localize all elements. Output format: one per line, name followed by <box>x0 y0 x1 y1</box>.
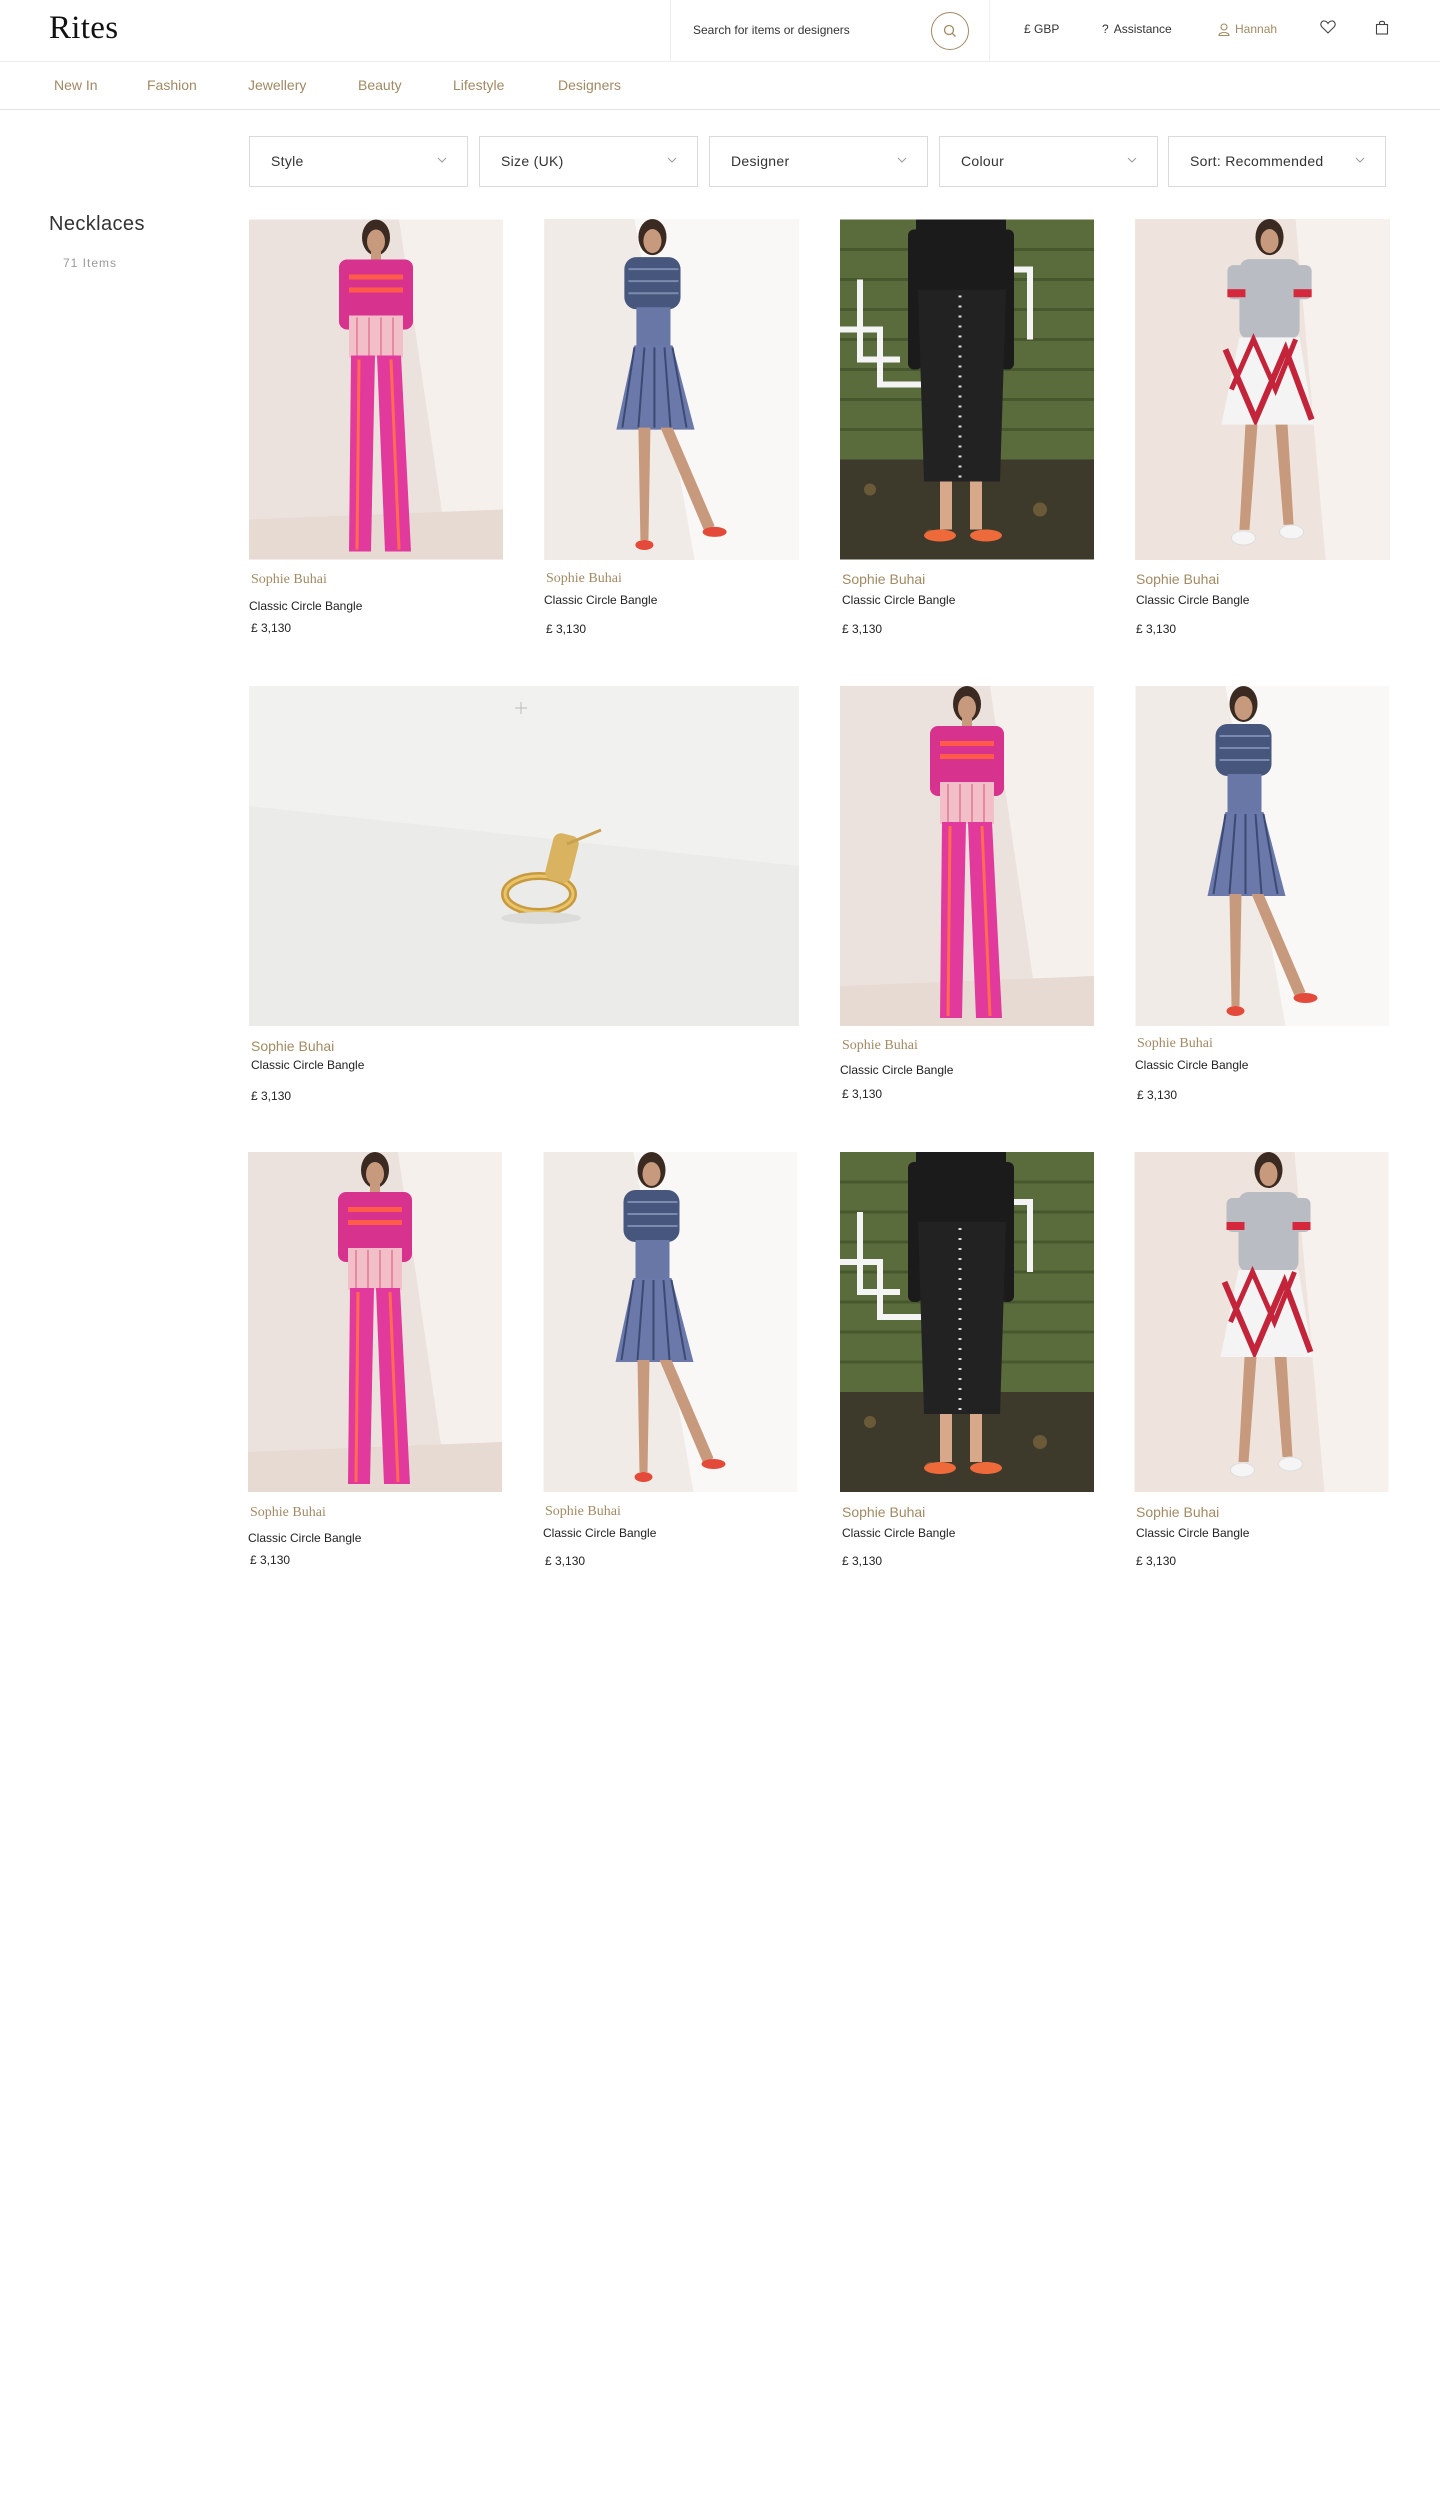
product-card[interactable]: Sophie Buhai Classic Circle Bangle £ 3,1… <box>840 686 1094 1106</box>
product-card[interactable]: Sophie Buhai Classic Circle Bangle £ 3,1… <box>544 219 799 639</box>
product-price: £ 3,130 <box>842 1554 883 1568</box>
search-icon <box>943 24 956 37</box>
main-navigation: New In Fashion Jewellery Beauty Lifestyl… <box>0 62 1440 110</box>
product-designer[interactable]: Sophie Buhai <box>842 571 925 587</box>
filter-size[interactable]: Size (UK) <box>479 136 698 187</box>
nav-fashion[interactable]: Fashion <box>147 77 197 93</box>
product-card[interactable]: Sophie Buhai Classic Circle Bangle £ 3,1… <box>1134 1152 1389 1572</box>
assistance-link[interactable]: ? Assistance <box>1102 22 1172 36</box>
heart-icon <box>1320 20 1336 34</box>
product-card[interactable]: Sophie Buhai Classic Circle Bangle £ 3,1… <box>543 1152 798 1572</box>
product-name[interactable]: Classic Circle Bangle <box>544 593 657 607</box>
product-card[interactable]: Sophie Buhai Classic Circle Bangle £ 3,1… <box>840 219 1094 639</box>
search-button[interactable] <box>931 12 969 50</box>
filter-designer[interactable]: Designer <box>709 136 928 187</box>
product-image[interactable] <box>249 686 799 1026</box>
product-designer[interactable]: Sophie Buhai <box>251 572 327 588</box>
product-price: £ 3,130 <box>545 1554 586 1568</box>
sort-label: Sort: Recommended <box>1190 153 1324 169</box>
account-link[interactable]: Hannah <box>1218 22 1277 36</box>
nav-new-in[interactable]: New In <box>54 77 98 93</box>
filter-label: Style <box>271 153 304 169</box>
product-image[interactable] <box>249 219 503 560</box>
question-icon: ? <box>1102 22 1109 36</box>
product-name[interactable]: Classic Circle Bangle <box>842 1526 955 1540</box>
product-name[interactable]: Classic Circle Bangle <box>543 1526 656 1540</box>
nav-beauty[interactable]: Beauty <box>358 77 402 93</box>
product-card[interactable]: Sophie Buhai Classic Circle Bangle £ 3,1… <box>248 1152 502 1572</box>
product-price: £ 3,130 <box>842 622 883 636</box>
product-image[interactable] <box>1135 219 1390 560</box>
product-name[interactable]: Classic Circle Bangle <box>248 1531 361 1545</box>
bag-button[interactable] <box>1375 20 1389 40</box>
product-card[interactable]: Sophie Buhai Classic Circle Bangle £ 3,1… <box>249 219 503 639</box>
sort-dropdown[interactable]: Sort: Recommended <box>1168 136 1386 187</box>
product-price: £ 3,130 <box>1136 622 1177 636</box>
account-name: Hannah <box>1235 22 1278 36</box>
brand-logo[interactable]: Rites <box>49 10 118 47</box>
product-card[interactable]: Sophie Buhai Classic Circle Bangle £ 3,1… <box>840 1152 1094 1572</box>
product-image[interactable] <box>543 1152 798 1492</box>
chevron-down-icon <box>897 157 907 163</box>
category-title: Necklaces <box>49 213 145 235</box>
product-card-featured[interactable]: Sophie Buhai Classic Circle Bangle £ 3,1… <box>249 686 799 1106</box>
chevron-down-icon <box>1355 157 1365 163</box>
product-name[interactable]: Classic Circle Bangle <box>842 593 955 607</box>
product-designer[interactable]: Sophie Buhai <box>251 1038 334 1054</box>
product-image[interactable] <box>544 219 799 560</box>
product-designer[interactable]: Sophie Buhai <box>842 1504 925 1520</box>
product-name[interactable]: Classic Circle Bangle <box>1136 1526 1249 1540</box>
product-image[interactable] <box>840 686 1094 1026</box>
product-designer[interactable]: Sophie Buhai <box>1136 1504 1219 1520</box>
chevron-down-icon <box>1127 157 1137 163</box>
product-name[interactable]: Classic Circle Bangle <box>1136 593 1249 607</box>
wishlist-button[interactable] <box>1320 20 1336 39</box>
product-designer[interactable]: Sophie Buhai <box>546 571 622 587</box>
product-name[interactable]: Classic Circle Bangle <box>1135 1058 1248 1072</box>
product-image[interactable] <box>840 1152 1094 1492</box>
filter-label: Colour <box>961 153 1005 169</box>
product-price: £ 3,130 <box>250 1553 291 1567</box>
product-price: £ 3,130 <box>1136 1554 1177 1568</box>
product-designer[interactable]: Sophie Buhai <box>250 1505 326 1521</box>
item-count: 71 Items <box>63 256 118 270</box>
product-designer[interactable]: Sophie Buhai <box>1137 1036 1213 1052</box>
nav-jewellery[interactable]: Jewellery <box>248 77 306 93</box>
product-image[interactable] <box>840 219 1094 560</box>
product-name[interactable]: Classic Circle Bangle <box>251 1058 364 1072</box>
filter-colour[interactable]: Colour <box>939 136 1158 187</box>
product-name[interactable]: Classic Circle Bangle <box>249 599 362 613</box>
search-input[interactable] <box>693 19 923 41</box>
currency-selector[interactable]: £ GBP <box>1024 22 1059 36</box>
product-price: £ 3,130 <box>251 621 292 635</box>
product-image[interactable] <box>1134 1152 1389 1492</box>
site-header: Rites £ GBP ? Assistance Hannah <box>0 0 1440 62</box>
filter-style[interactable]: Style <box>249 136 468 187</box>
product-designer[interactable]: Sophie Buhai <box>842 1038 918 1054</box>
product-card[interactable]: Sophie Buhai Classic Circle Bangle £ 3,1… <box>1135 686 1390 1106</box>
filter-label: Size (UK) <box>501 153 564 169</box>
product-designer[interactable]: Sophie Buhai <box>545 1504 621 1520</box>
chevron-down-icon <box>667 157 677 163</box>
nav-designers[interactable]: Designers <box>558 77 621 93</box>
product-card[interactable]: Sophie Buhai Classic Circle Bangle £ 3,1… <box>1135 219 1390 639</box>
chevron-down-icon <box>437 157 447 163</box>
shopping-bag-icon <box>1375 20 1389 35</box>
product-price: £ 3,130 <box>1137 1088 1178 1102</box>
product-designer[interactable]: Sophie Buhai <box>1136 571 1219 587</box>
assistance-label: Assistance <box>1113 22 1172 36</box>
product-image[interactable] <box>1135 686 1390 1026</box>
product-name[interactable]: Classic Circle Bangle <box>840 1063 953 1077</box>
nav-lifestyle[interactable]: Lifestyle <box>453 77 504 93</box>
user-icon <box>1218 22 1230 36</box>
product-price: £ 3,130 <box>546 622 587 636</box>
product-price: £ 3,130 <box>842 1087 883 1101</box>
currency-label: £ GBP <box>1024 22 1060 36</box>
search-bar <box>670 0 990 62</box>
product-image[interactable] <box>248 1152 502 1492</box>
product-price: £ 3,130 <box>251 1089 292 1103</box>
filter-label: Designer <box>731 153 790 169</box>
